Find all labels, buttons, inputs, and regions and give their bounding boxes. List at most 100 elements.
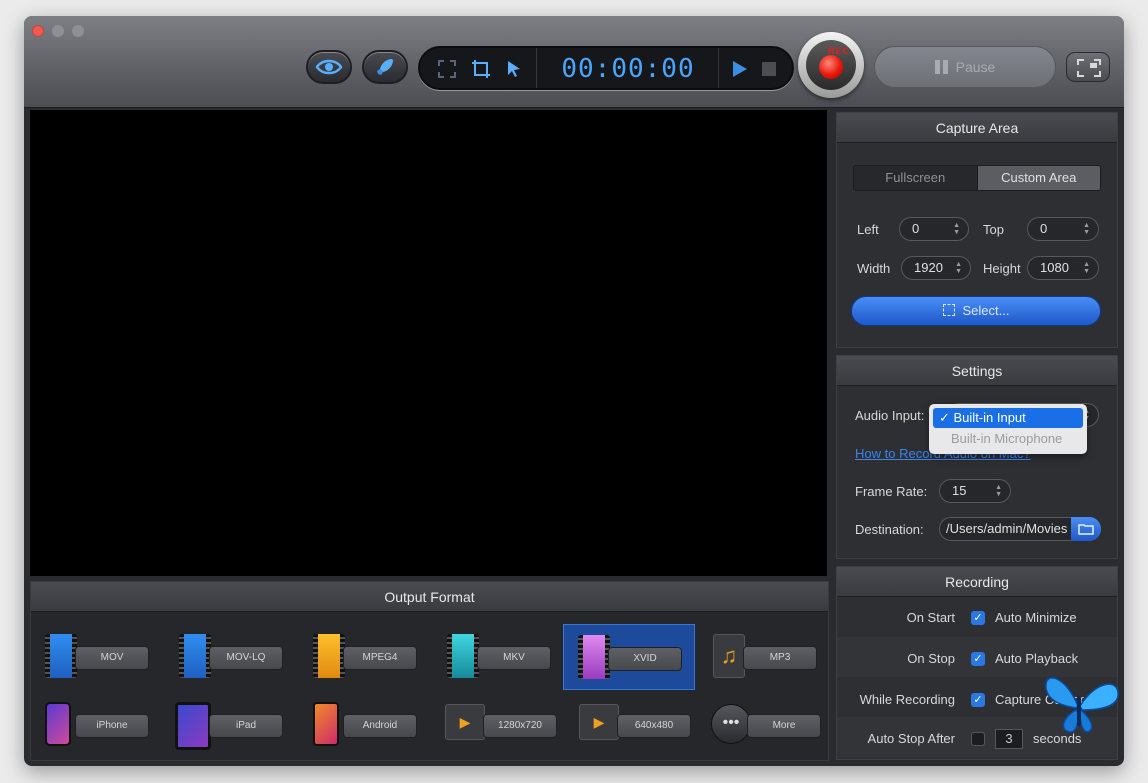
format-label: MP3 [743, 646, 817, 670]
format-android[interactable]: Android [299, 692, 431, 758]
format-label: 1280x720 [483, 714, 557, 738]
pause-label: Pause [955, 59, 996, 75]
top-label: Top [983, 222, 1004, 237]
music-note-icon: ♫ [713, 634, 745, 678]
rec-label: REC [827, 46, 850, 56]
auto-playback-checkbox[interactable]: ✓ [971, 652, 985, 666]
capture-area-title: Capture Area [837, 113, 1117, 143]
zoom-window-button[interactable] [72, 25, 84, 37]
frame-rate-value: 15 [952, 483, 967, 498]
android-phone-icon [313, 702, 339, 746]
output-format-panel: Output Format MOV MOV-LQ MPEG4 MKV XVID … [30, 581, 829, 761]
tab-custom-area[interactable]: Custom Area [976, 166, 1100, 190]
ipad-icon [175, 702, 211, 750]
width-value: 1920 [914, 260, 943, 275]
format-more[interactable]: ••• More [699, 692, 831, 758]
format-xvid[interactable]: XVID [563, 624, 695, 690]
format-label: XVID [608, 647, 682, 671]
audio-input-label: Audio Input: [855, 408, 925, 423]
frame-rate-label: Frame Rate: [855, 484, 928, 499]
height-stepper[interactable]: 1080 ▲ ▼ [1027, 256, 1099, 280]
stepper-arrows-icon[interactable]: ▲ ▼ [1083, 222, 1090, 236]
quick-launch-button[interactable] [362, 50, 408, 84]
format-mp3[interactable]: ♫ MP3 [699, 624, 831, 690]
recording-title: Recording [837, 567, 1117, 597]
capture-mode-segment: Fullscreen Custom Area [853, 165, 1101, 191]
audio-option-microphone[interactable]: Built-in Microphone [951, 431, 1062, 446]
on-start-label: On Start [906, 610, 955, 625]
capture-cursor-checkbox[interactable]: ✓ [971, 693, 985, 707]
format-label: iPhone [75, 714, 149, 738]
film-blue-icon [45, 634, 77, 678]
while-recording-label: While Recording [859, 692, 955, 707]
video-player-icon: ▶ [445, 704, 485, 740]
format-mkv[interactable]: MKV [433, 624, 565, 690]
top-stepper[interactable]: 0 ▲ ▼ [1027, 217, 1099, 241]
stepper-arrows-icon[interactable]: ▲ ▼ [955, 261, 962, 275]
record-icon [819, 55, 843, 79]
format-label: More [747, 714, 821, 738]
audio-option-selected[interactable]: ✓ Built-in Input [933, 408, 1083, 428]
frame-rate-stepper[interactable]: 15 ▲ ▼ [939, 479, 1011, 503]
auto-playback-label: Auto Playback [995, 651, 1079, 666]
select-area-icon [942, 304, 955, 316]
eye-icon [315, 59, 343, 75]
compact-view-icon [1077, 59, 1101, 77]
pause-button[interactable]: Pause [874, 46, 1056, 88]
cursor-icon[interactable] [506, 60, 522, 78]
format-label: Android [343, 714, 417, 738]
select-area-button[interactable]: Select... [851, 296, 1101, 326]
iphone-icon [45, 702, 71, 746]
audio-selected-label: Built-in Input [953, 410, 1026, 425]
format-label: MOV [75, 646, 149, 670]
stepper-arrows-icon[interactable]: ▲ ▼ [1083, 261, 1090, 275]
auto-minimize-label: Auto Minimize [995, 610, 1077, 625]
format-mpeg4[interactable]: MPEG4 [299, 624, 431, 690]
format-1280x720[interactable]: ▶ 1280x720 [433, 692, 565, 758]
audio-input-dropdown: ✓ Built-in Input Built-in Microphone [929, 404, 1087, 454]
settings-panel: Settings Audio Input: ▲▼ How to Record A… [836, 355, 1118, 559]
format-mov[interactable]: MOV [31, 624, 163, 690]
auto-stop-checkbox[interactable] [971, 732, 985, 746]
auto-minimize-checkbox[interactable]: ✓ [971, 611, 985, 625]
format-label: 640x480 [617, 714, 691, 738]
record-button[interactable]: REC [798, 32, 864, 98]
left-stepper[interactable]: 0 ▲ ▼ [899, 217, 969, 241]
format-iphone[interactable]: iPhone [31, 692, 163, 758]
auto-stop-seconds-field[interactable]: 3 [995, 729, 1023, 749]
capture-area-panel: Capture Area Fullscreen Custom Area Left… [836, 112, 1118, 348]
stop-icon[interactable] [762, 62, 776, 76]
film-purple-icon [578, 635, 610, 679]
width-stepper[interactable]: 1920 ▲ ▼ [901, 256, 971, 280]
minimize-window-button[interactable] [52, 25, 64, 37]
fullscreen-icon[interactable] [438, 60, 456, 78]
film-blue-icon [179, 634, 211, 678]
format-label: MPEG4 [343, 646, 417, 670]
folder-icon [1078, 524, 1094, 535]
crop-area-icon[interactable] [472, 60, 490, 78]
width-label: Width [857, 261, 891, 276]
settings-title: Settings [837, 356, 1117, 386]
play-icon[interactable] [732, 60, 748, 78]
compact-mode-button[interactable] [1066, 52, 1110, 82]
preview-toggle-button[interactable] [306, 50, 352, 84]
top-value: 0 [1040, 221, 1048, 236]
on-stop-label: On Stop [907, 651, 955, 666]
auto-stop-label: Auto Stop After [867, 731, 955, 746]
format-label: iPad [209, 714, 283, 738]
format-mov-lq[interactable]: MOV-LQ [165, 624, 297, 690]
ellipsis-icon: ••• [711, 704, 751, 744]
output-format-title: Output Format [31, 582, 828, 612]
checkmark-icon: ✓ [939, 410, 954, 425]
format-ipad[interactable]: iPad [165, 692, 297, 758]
stepper-arrows-icon[interactable]: ▲ ▼ [953, 222, 960, 236]
recording-controls: 00:00:00 [418, 46, 794, 90]
on-start-row: On Start ✓ Auto Minimize [837, 597, 1117, 637]
stepper-arrows-icon[interactable]: ▲ ▼ [995, 484, 1002, 498]
video-preview [30, 110, 827, 576]
browse-folder-button[interactable] [1071, 517, 1101, 541]
format-640x480[interactable]: ▶ 640x480 [567, 692, 699, 758]
select-label: Select... [962, 303, 1010, 318]
close-window-button[interactable] [32, 25, 44, 37]
tab-fullscreen[interactable]: Fullscreen [854, 166, 977, 190]
